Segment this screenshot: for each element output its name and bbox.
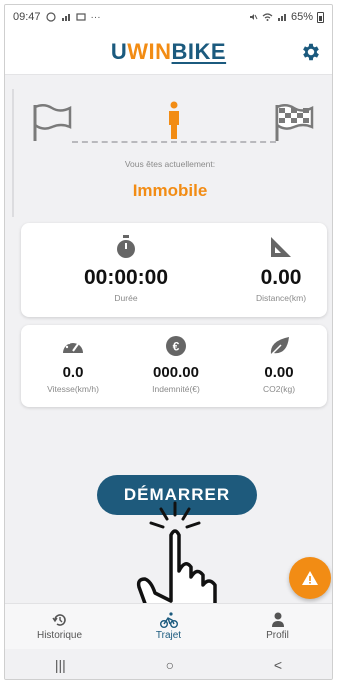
stats-card-secondary: 0.0 Vitesse(km/h) € 000.00 Indemnité(€) … xyxy=(21,325,327,407)
duration-stat: 00:00:00 Durée xyxy=(71,235,181,303)
nav-historique[interactable]: Historique xyxy=(5,604,114,649)
history-icon xyxy=(51,614,66,626)
system-nav-bar: ||| ○ < xyxy=(5,649,332,679)
recents-button[interactable]: ||| xyxy=(55,657,66,673)
back-button[interactable]: < xyxy=(274,657,282,673)
status-time: 09:47 xyxy=(13,11,41,23)
gear-icon[interactable] xyxy=(300,41,322,63)
nav-trajet[interactable]: Trajet xyxy=(114,604,223,649)
signal-strength-icon xyxy=(277,14,286,21)
distance-label: Distance(km) xyxy=(255,293,307,303)
finish-flag-icon xyxy=(275,104,314,141)
mute-icon xyxy=(249,14,258,20)
svg-text:€: € xyxy=(173,340,180,354)
indemnity-label: Indemnité(€) xyxy=(152,384,200,394)
speed-value: 0.0 xyxy=(62,364,84,381)
speedometer-icon xyxy=(63,339,83,353)
nav-historique-label: Historique xyxy=(36,630,83,641)
start-flag-icon xyxy=(33,104,72,141)
distance-value: 0.00 xyxy=(260,266,302,289)
current-status-label: Vous êtes actuellement: xyxy=(124,159,216,169)
co2-label: CO2(kg) xyxy=(262,384,296,394)
distance-stat: 0.00 Distance(km) xyxy=(241,235,321,303)
person-standing-icon xyxy=(169,101,179,139)
wifi-icon xyxy=(262,13,273,21)
leaf-icon xyxy=(269,337,289,357)
stopwatch-icon xyxy=(117,235,135,258)
battery-level: 65% xyxy=(290,11,313,23)
co2-value: 0.00 xyxy=(264,364,294,381)
battery-icon xyxy=(317,11,324,23)
person-icon xyxy=(271,612,284,627)
phone-screen: 09:47 ··· 65% U WIN BIKE Vous êtes actue… xyxy=(4,4,333,680)
indemnity-stat: € 000.00 Indemnité(€) xyxy=(134,335,218,394)
nav-profil[interactable]: Profil xyxy=(223,604,332,649)
whatsapp-icon xyxy=(45,12,56,22)
warning-icon xyxy=(302,571,318,585)
app-header: U WIN BIKE xyxy=(5,29,332,75)
stats-card-primary: 00:00:00 Durée 0.00 Distance(km) xyxy=(21,223,327,317)
nav-trajet-label: Trajet xyxy=(155,630,182,641)
duration-value: 00:00:00 xyxy=(83,266,169,289)
home-button[interactable]: ○ xyxy=(166,657,174,673)
nav-profil-label: Profil xyxy=(266,630,289,641)
bike-icon xyxy=(159,612,178,628)
more-icon: ··· xyxy=(90,11,101,23)
duration-label: Durée xyxy=(114,293,138,303)
bottom-nav: Historique Trajet Profil xyxy=(5,603,332,649)
alert-button[interactable] xyxy=(289,557,331,599)
current-status-value: Immobile xyxy=(132,181,208,200)
trip-progress-line xyxy=(72,141,276,143)
app-logo: U WIN BIKE xyxy=(110,38,227,64)
speed-label: Vitesse(km/h) xyxy=(47,384,99,394)
indemnity-value: 000.00 xyxy=(153,364,199,381)
trip-status-panel: Vous êtes actuellement: Immobile xyxy=(12,89,326,217)
euro-coin-icon: € xyxy=(166,336,186,356)
signal-icon xyxy=(61,14,70,21)
co2-stat: 0.00 CO2(kg) xyxy=(239,335,319,394)
ruler-triangle-icon xyxy=(271,237,291,257)
gallery-icon xyxy=(75,13,86,21)
status-bar: 09:47 ··· 65% xyxy=(5,5,332,29)
speed-stat: 0.0 Vitesse(km/h) xyxy=(33,335,113,394)
